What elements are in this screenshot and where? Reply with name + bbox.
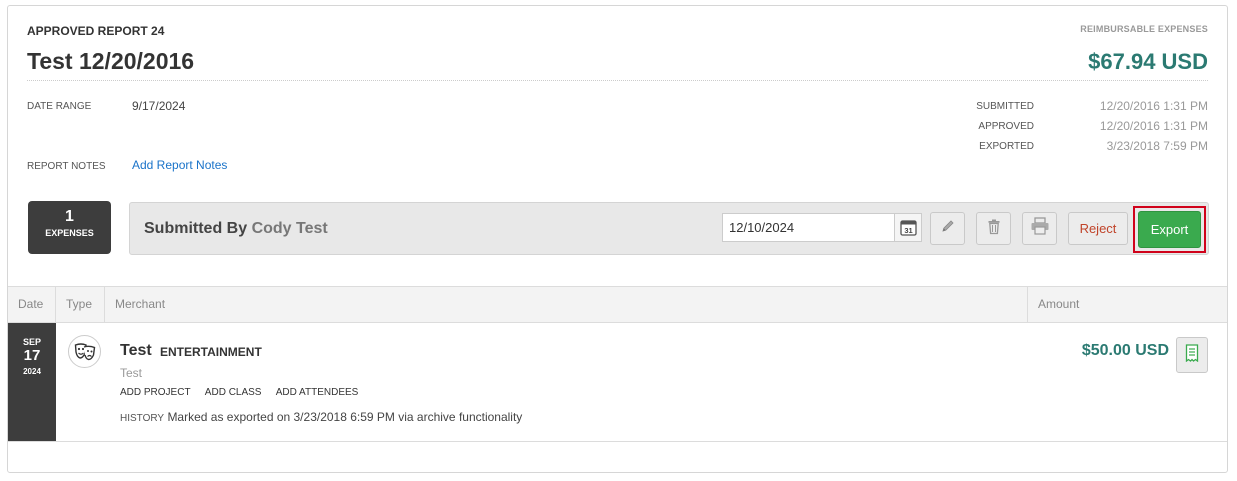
title-divider <box>27 80 1208 81</box>
report-title: Test 12/20/2016 <box>27 48 195 74</box>
edit-button[interactable] <box>930 212 965 245</box>
expense-category: ENTERTAINMENT <box>160 345 262 359</box>
column-type[interactable]: Type <box>56 287 105 322</box>
expense-year: 2024 <box>23 367 41 376</box>
report-toolbar: Submitted By Cody Test 12/10/2024 31 Rej… <box>129 202 1209 255</box>
report-notes-label: REPORT NOTES <box>27 161 106 172</box>
calendar-icon[interactable]: 31 <box>894 214 921 241</box>
history-text: Marked as exported on 3/23/2018 6:59 PM … <box>167 410 523 424</box>
column-amount[interactable]: Amount <box>1028 287 1227 322</box>
date-range-value: 9/17/2024 <box>132 99 186 113</box>
add-attendees-link[interactable]: ADD ATTENDEES <box>276 387 359 398</box>
calendar-day-text: 31 <box>904 226 912 235</box>
submitted-label: SUBMITTED <box>976 101 1034 112</box>
add-report-notes-link[interactable]: Add Report Notes <box>132 158 227 172</box>
add-class-link[interactable]: ADD CLASS <box>205 387 262 398</box>
export-button[interactable]: Export <box>1138 211 1201 248</box>
expense-month: SEP <box>22 337 41 347</box>
pencil-icon <box>940 218 956 239</box>
expense-count-box: 1 EXPENSES <box>28 201 111 254</box>
report-status-label: APPROVED REPORT 24 <box>27 24 165 38</box>
expense-history: HISTORY Marked as exported on 3/23/2018 … <box>120 410 522 424</box>
expense-table-header: Date Type Merchant Amount <box>8 286 1227 323</box>
exported-label: EXPORTED <box>979 141 1034 152</box>
add-project-link[interactable]: ADD PROJECT <box>120 387 191 398</box>
reimbursable-label: REIMBURSABLE EXPENSES <box>1080 24 1208 34</box>
submitted-by: Submitted By Cody Test <box>144 220 328 238</box>
report-card: APPROVED REPORT 24 REIMBURSABLE EXPENSES… <box>7 5 1228 473</box>
reject-button[interactable]: Reject <box>1068 212 1128 245</box>
submitted-by-label: Submitted By <box>144 220 248 237</box>
submitted-value: 12/20/2016 1:31 PM <box>1099 99 1208 113</box>
printer-icon <box>1030 217 1050 240</box>
submitted-by-name: Cody Test <box>251 220 328 237</box>
expense-amount: $50.00 USD <box>1081 342 1169 359</box>
trash-icon <box>986 218 1002 240</box>
approved-label: APPROVED <box>978 121 1034 132</box>
table-row[interactable]: SEP 17 2024 Test ENTERTAINMENT Test ADD … <box>8 323 1227 442</box>
expense-actions: ADD PROJECT ADD CLASS ADD ATTENDEES <box>120 387 370 398</box>
report-total: $67.94 USD <box>1088 49 1208 74</box>
delete-button[interactable] <box>976 212 1011 245</box>
exported-value: 3/23/2018 7:59 PM <box>1106 139 1208 153</box>
export-date-value: 12/10/2024 <box>729 220 795 235</box>
expense-count-label: EXPENSES <box>45 228 94 238</box>
print-button[interactable] <box>1022 212 1057 245</box>
receipt-icon <box>1185 343 1199 367</box>
approved-value: 12/20/2016 1:31 PM <box>1099 119 1208 133</box>
expense-merchant: Test <box>120 342 152 359</box>
expense-count-number: 1 <box>65 208 74 225</box>
expense-day: 17 <box>23 347 41 364</box>
export-highlight: Export <box>1133 206 1206 253</box>
expense-date: SEP 17 2024 <box>8 323 56 441</box>
history-label: HISTORY <box>120 413 165 424</box>
column-merchant[interactable]: Merchant <box>105 287 1028 322</box>
receipt-button[interactable] <box>1176 337 1208 373</box>
column-date[interactable]: Date <box>8 287 56 322</box>
theater-masks-icon <box>68 335 101 368</box>
date-range-label: DATE RANGE <box>27 101 92 112</box>
expense-description: Test <box>120 366 143 380</box>
export-date-input[interactable]: 12/10/2024 31 <box>722 213 922 242</box>
